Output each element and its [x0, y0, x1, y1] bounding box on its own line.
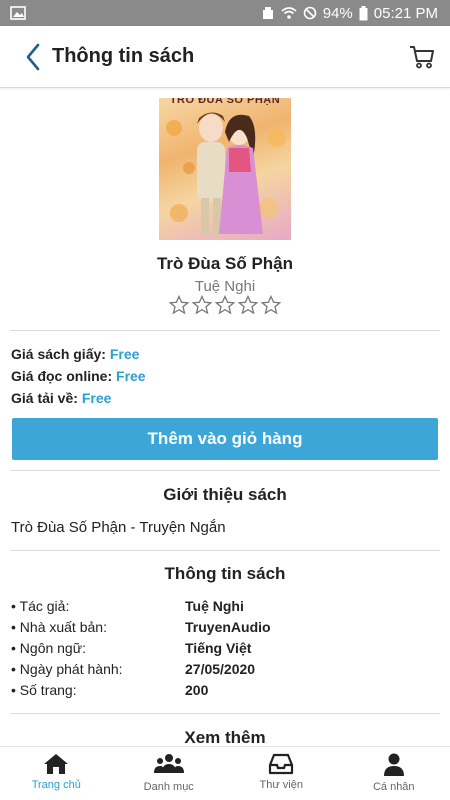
- nav-label: Trang chủ: [31, 779, 81, 791]
- price-label: Giá tải về:: [11, 390, 78, 406]
- nav-item-categories[interactable]: Danh mục: [113, 747, 226, 800]
- inbox-icon: [269, 753, 294, 775]
- info-heading: Thông tin sách: [164, 564, 286, 583]
- do-not-disturb-icon: [303, 6, 317, 20]
- star-icon[interactable]: [237, 294, 259, 316]
- clock: 05:21 PM: [373, 4, 438, 22]
- intro-heading: Giới thiệu sách: [163, 485, 287, 504]
- divider: [10, 713, 440, 714]
- book-cover-image: TRÒ ĐÙA SỐ PHẬN: [159, 98, 291, 240]
- info-row-pages: • Số trang: 200: [11, 682, 431, 698]
- nav-label: Danh mục: [143, 781, 194, 793]
- price-value: Free: [81, 390, 112, 406]
- star-icon[interactable]: [191, 294, 213, 316]
- image-notification-icon: [10, 6, 26, 20]
- back-button[interactable]: [16, 37, 50, 77]
- star-icon[interactable]: [168, 294, 190, 316]
- chevron-left-icon: [26, 43, 40, 70]
- cart-button[interactable]: [406, 41, 438, 73]
- cart-icon: [410, 45, 434, 68]
- price-value: Free: [109, 346, 140, 362]
- book-detail-content[interactable]: TRÒ ĐÙA SỐ PHẬN Trò Đùa Số Phận Tuệ Nghi: [0, 88, 450, 746]
- page-title: Thông tin sách: [52, 45, 195, 67]
- more-heading: Xem thêm: [184, 728, 266, 746]
- info-label: • Ngày phát hành:: [11, 661, 123, 677]
- price-paper: Giá sách giấy: Free: [11, 346, 139, 362]
- data-saver-icon: [261, 6, 275, 20]
- divider: [10, 330, 440, 331]
- rating-stars[interactable]: [0, 294, 450, 316]
- status-bar: 94% 05:21 PM: [0, 0, 450, 26]
- add-to-cart-button[interactable]: Thêm vào giỏ hàng: [12, 418, 438, 460]
- price-online: Giá đọc online: Free: [11, 368, 146, 384]
- nav-item-library[interactable]: Thư viện: [225, 747, 338, 800]
- battery-icon: [359, 5, 368, 21]
- info-label: • Nhà xuất bản:: [11, 619, 107, 635]
- nav-item-profile[interactable]: Cá nhân: [338, 747, 450, 800]
- bottom-nav: Trang chủ Danh mục Thư viện Cá nhân: [0, 746, 450, 800]
- info-label: • Tác giả:: [11, 598, 70, 614]
- nav-label: Cá nhân: [372, 781, 415, 793]
- user-icon: [383, 753, 404, 776]
- star-icon[interactable]: [214, 294, 236, 316]
- divider: [10, 550, 440, 551]
- info-label: • Ngôn ngữ:: [11, 640, 86, 656]
- info-value: 27/05/2020: [185, 661, 256, 677]
- info-value: 200: [185, 682, 209, 698]
- intro-text: Trò Đùa Số Phận - Truyện Ngắn: [11, 519, 226, 536]
- price-value: Free: [116, 368, 146, 384]
- divider: [10, 470, 440, 471]
- info-row-release-date: • Ngày phát hành: 27/05/2020: [11, 661, 431, 677]
- app-header: Thông tin sách: [0, 26, 450, 88]
- info-label: • Số trang:: [11, 682, 77, 698]
- star-icon[interactable]: [260, 294, 282, 316]
- nav-item-home[interactable]: Trang chủ: [0, 747, 113, 800]
- home-icon: [44, 754, 69, 774]
- info-row-language: • Ngôn ngữ: Tiếng Việt: [11, 640, 431, 656]
- book-title: Trò Đùa Số Phận: [156, 254, 294, 273]
- group-icon: [153, 754, 184, 773]
- price-label: Giá đọc online:: [11, 368, 113, 384]
- battery-percent: 94%: [322, 4, 353, 22]
- wifi-icon: [281, 6, 297, 20]
- book-author: Tuệ Nghi: [194, 278, 256, 295]
- info-value: TruyenAudio: [185, 619, 271, 635]
- nav-label: Thư viện: [259, 779, 303, 791]
- price-download: Giá tải về: Free: [11, 390, 111, 406]
- info-row-author: • Tác giả: Tuệ Nghi: [11, 598, 431, 614]
- info-row-publisher: • Nhà xuất bản: TruyenAudio: [11, 619, 431, 635]
- info-value: Tiếng Việt: [185, 640, 252, 656]
- info-value: Tuệ Nghi: [185, 598, 244, 614]
- price-label: Giá sách giấy:: [11, 346, 106, 362]
